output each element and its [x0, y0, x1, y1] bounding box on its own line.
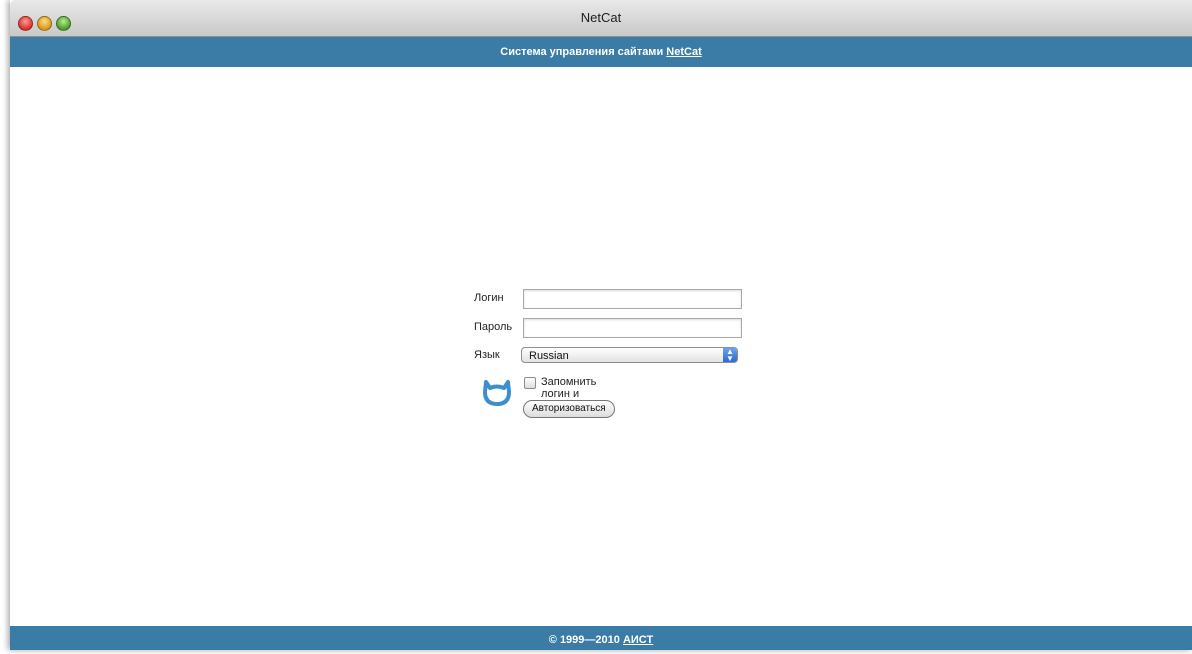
language-select[interactable]: Russian ▲ ▼: [521, 347, 738, 363]
select-arrows-icon: ▲ ▼: [723, 348, 737, 363]
window-titlebar: NetCat: [10, 0, 1192, 37]
browser-window: NetCat Система управления сайтами NetCat…: [10, 0, 1192, 650]
footer-bar: © 1999—2010 АИСТ: [10, 626, 1192, 650]
header-netcat-link[interactable]: NetCat: [666, 46, 701, 58]
footer-copyright: © 1999—2010: [548, 634, 620, 646]
remember-checkbox[interactable]: [524, 377, 536, 389]
window-title: NetCat: [580, 10, 622, 25]
language-label: Язык: [474, 349, 500, 361]
footer-aist-link[interactable]: АИСТ: [623, 634, 653, 646]
language-selected-value: Russian: [529, 350, 569, 362]
login-label: Логин: [474, 292, 504, 304]
password-input[interactable]: [523, 318, 742, 338]
header-text: Система управления сайтами: [500, 46, 664, 58]
netcat-logo-icon: [483, 380, 511, 406]
password-label: Пароль: [474, 321, 513, 333]
header-bar: Система управления сайтами NetCat: [10, 37, 1192, 67]
login-input[interactable]: [523, 289, 742, 309]
authorize-button[interactable]: Авторизоваться: [523, 400, 615, 418]
